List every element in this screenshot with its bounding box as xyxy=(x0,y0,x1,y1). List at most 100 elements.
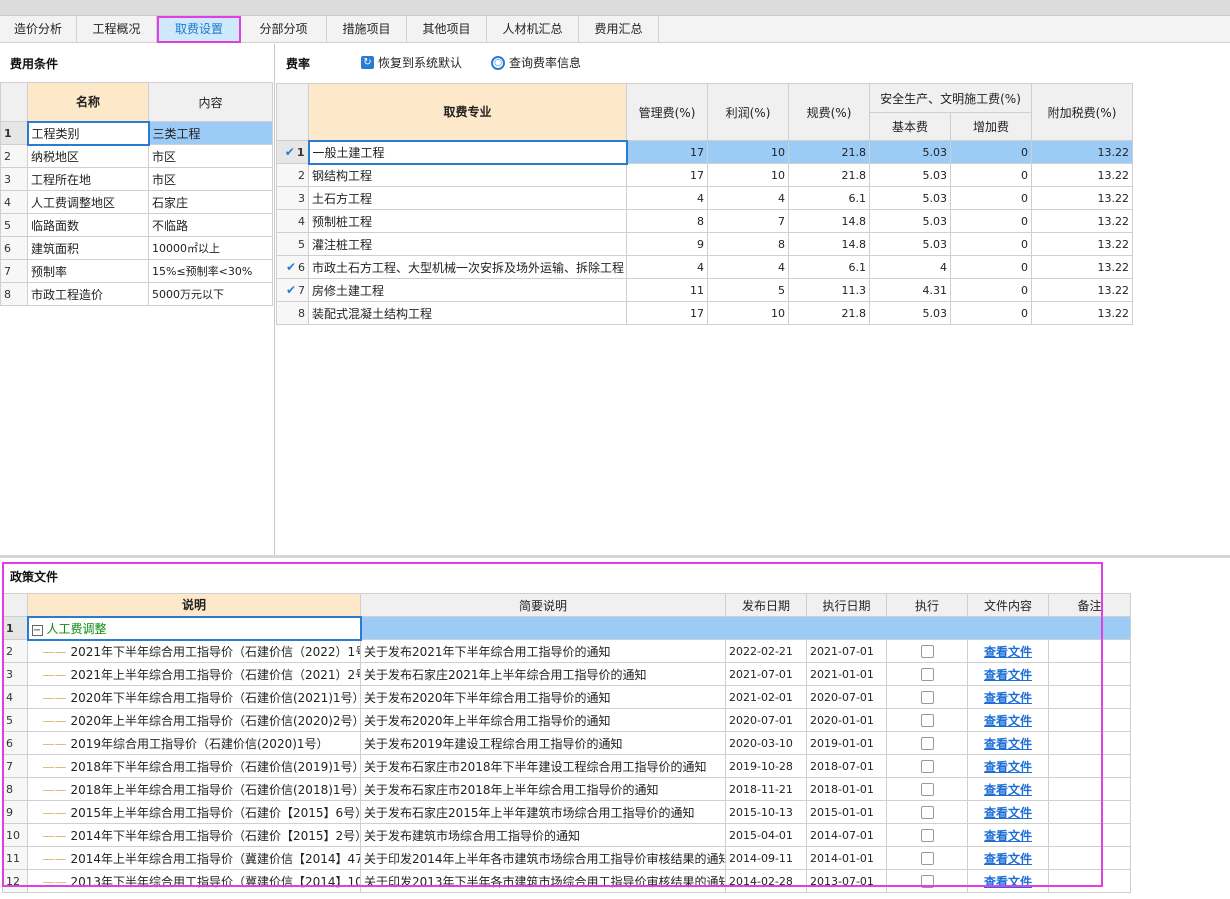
execute-checkbox[interactable] xyxy=(920,714,934,727)
tab-2[interactable]: 取费设置 xyxy=(157,16,241,43)
management-fee-cell[interactable]: 17 xyxy=(626,140,708,164)
policy-brief[interactable]: 关于发布2020年上半年综合用工指导价的通知 xyxy=(360,708,726,732)
regulation-fee-cell[interactable]: 21.8 xyxy=(788,140,870,164)
execute-checkbox[interactable] xyxy=(920,783,934,796)
basic-fee-cell[interactable]: 4.31 xyxy=(869,278,951,302)
policy-description[interactable]: —— 2014年上半年综合用工指导价（冀建价信【2014】47号） xyxy=(27,846,361,870)
basic-fee-cell[interactable]: 5.03 xyxy=(869,209,951,233)
condition-value[interactable]: 5000万元以下 xyxy=(148,282,273,306)
condition-row[interactable]: 1 工程类别 三类工程 xyxy=(0,120,273,146)
management-fee-cell[interactable]: 9 xyxy=(626,232,708,256)
restore-default-button[interactable]: ↻ 恢复到系统默认 xyxy=(361,54,462,71)
specialty-column-header[interactable]: 取费专业 xyxy=(308,83,627,141)
management-fee-cell[interactable]: 8 xyxy=(626,209,708,233)
specialty-name[interactable]: 装配式混凝土结构工程 xyxy=(308,301,627,325)
policy-description[interactable]: —— 2020年下半年综合用工指导价（石建价信(2021)1号） xyxy=(27,685,361,709)
condition-name[interactable]: 市政工程造价 xyxy=(27,282,149,306)
basic-fee-cell[interactable]: 4 xyxy=(869,255,951,279)
management-fee-cell[interactable]: 4 xyxy=(626,255,708,279)
rate-row[interactable]: 2 钢结构工程 17 10 21.8 5.03 0 13.22 xyxy=(276,163,1133,187)
policy-row[interactable]: 9 —— 2015年上半年综合用工指导价（石建价【2015】6号） 关于发布石家庄2… xyxy=(2,800,1131,824)
condition-name[interactable]: 人工费调整地区 xyxy=(27,190,149,214)
view-file-link[interactable]: 查看文件 xyxy=(984,645,1032,659)
basic-fee-cell[interactable]: 5.03 xyxy=(869,301,951,325)
tab-4[interactable]: 措施项目 xyxy=(327,16,407,43)
surcharge-tax-header[interactable]: 附加税费(%) xyxy=(1031,83,1133,141)
regulation-fee-cell[interactable]: 11.3 xyxy=(788,278,870,302)
policy-description[interactable]: —— 2018年上半年综合用工指导价（石建价信(2018)1号） xyxy=(27,777,361,801)
extra-fee-header[interactable]: 增加费 xyxy=(950,112,1032,141)
specialty-name[interactable]: 市政土石方工程、大型机械一次安拆及场外运输、拆除工程 xyxy=(308,255,627,279)
condition-row[interactable]: 2 纳税地区 市区 xyxy=(0,144,273,168)
rate-row[interactable]: ✔ 6 市政土石方工程、大型机械一次安拆及场外运输、拆除工程 4 4 6.1 4 0 13.22 xyxy=(276,255,1133,279)
policy-brief[interactable]: 关于印发2013年下半年各市建筑市场综合用工指导价审核结果的通知 xyxy=(360,869,726,893)
condition-value[interactable]: 石家庄 xyxy=(148,190,273,214)
specialty-name[interactable]: 房修土建工程 xyxy=(308,278,627,302)
view-file-link[interactable]: 查看文件 xyxy=(984,714,1032,728)
basic-fee-header[interactable]: 基本费 xyxy=(869,112,951,141)
content-column-header[interactable]: 内容 xyxy=(148,82,273,122)
remark-cell[interactable] xyxy=(1048,800,1131,824)
tab-3[interactable]: 分部分项 xyxy=(241,16,327,43)
policy-description[interactable]: —— 2021年上半年综合用工指导价（石建价信（2021）2号） xyxy=(27,662,361,686)
view-file-link[interactable]: 查看文件 xyxy=(984,668,1032,682)
policy-row[interactable]: 5 —— 2020年上半年综合用工指导价（石建价信(2020)2号） 关于发布202… xyxy=(2,708,1131,732)
extra-fee-cell[interactable]: 0 xyxy=(950,278,1032,302)
extra-fee-cell[interactable]: 0 xyxy=(950,301,1032,325)
extra-fee-cell[interactable]: 0 xyxy=(950,232,1032,256)
condition-name[interactable]: 工程类别 xyxy=(26,120,150,146)
extra-fee-cell[interactable]: 0 xyxy=(950,255,1032,279)
policy-brief[interactable]: 关于发布建筑市场综合用工指导价的通知 xyxy=(360,823,726,847)
policy-description[interactable]: —— 2015年上半年综合用工指导价（石建价【2015】6号） xyxy=(27,800,361,824)
policy-row[interactable]: 12 —— 2013年下半年综合用工指导价（冀建价信【2014】10号） 关于印发2… xyxy=(2,869,1131,893)
profit-cell[interactable]: 10 xyxy=(707,163,789,187)
policy-row[interactable]: 11 —— 2014年上半年综合用工指导价（冀建价信【2014】47号） 关于印发2… xyxy=(2,846,1131,870)
regulation-fee-cell[interactable]: 21.8 xyxy=(788,301,870,325)
view-file-link[interactable]: 查看文件 xyxy=(984,875,1032,889)
remark-cell[interactable] xyxy=(1048,662,1131,686)
condition-name[interactable]: 纳税地区 xyxy=(27,144,149,168)
policy-description[interactable]: —— 2014年下半年综合用工指导价（石建价【2015】2号） xyxy=(27,823,361,847)
specialty-name[interactable]: 土石方工程 xyxy=(308,186,627,210)
execute-checkbox[interactable] xyxy=(920,691,934,704)
policy-brief[interactable]: 关于发布2021年下半年综合用工指导价的通知 xyxy=(360,639,726,663)
execute-header[interactable]: 执行 xyxy=(886,593,968,617)
execute-checkbox[interactable] xyxy=(920,829,934,842)
regulation-fee-cell[interactable]: 14.8 xyxy=(788,232,870,256)
profit-cell[interactable]: 4 xyxy=(707,186,789,210)
basic-fee-cell[interactable]: 5.03 xyxy=(869,186,951,210)
surcharge-tax-cell[interactable]: 13.22 xyxy=(1031,209,1133,233)
extra-fee-cell[interactable]: 0 xyxy=(950,186,1032,210)
policy-brief[interactable]: 关于发布石家庄市2018年上半年综合用工指导价的通知 xyxy=(360,777,726,801)
condition-name[interactable]: 预制率 xyxy=(27,259,149,283)
execute-checkbox[interactable] xyxy=(920,737,934,750)
policy-description[interactable]: —— 2019年综合用工指导价（石建价信(2020)1号） xyxy=(27,731,361,755)
remark-cell[interactable] xyxy=(1048,777,1131,801)
management-fee-cell[interactable]: 17 xyxy=(626,163,708,187)
condition-name[interactable]: 建筑面积 xyxy=(27,236,149,260)
policy-row[interactable]: 10 —— 2014年下半年综合用工指导价（石建价【2015】2号） 关于发布建筑市… xyxy=(2,823,1131,847)
policy-row[interactable]: 8 —— 2018年上半年综合用工指导价（石建价信(2018)1号） 关于发布石家庄… xyxy=(2,777,1131,801)
profit-cell[interactable]: 4 xyxy=(707,255,789,279)
view-file-link[interactable]: 查看文件 xyxy=(984,691,1032,705)
execute-checkbox[interactable] xyxy=(920,875,934,888)
basic-fee-cell[interactable]: 5.03 xyxy=(869,232,951,256)
view-file-link[interactable]: 查看文件 xyxy=(984,829,1032,843)
rate-row[interactable]: 8 装配式混凝土结构工程 17 10 21.8 5.03 0 13.22 xyxy=(276,301,1133,325)
group-label-cell[interactable]: − 人工费调整 xyxy=(26,615,362,641)
tab-5[interactable]: 其他项目 xyxy=(407,16,487,43)
tab-0[interactable]: 造价分析 xyxy=(0,16,77,43)
specialty-name[interactable]: 灌注桩工程 xyxy=(308,232,627,256)
view-file-link[interactable]: 查看文件 xyxy=(984,737,1032,751)
specialty-name[interactable]: 预制桩工程 xyxy=(308,209,627,233)
surcharge-tax-cell[interactable]: 13.22 xyxy=(1031,140,1133,164)
surcharge-tax-cell[interactable]: 13.22 xyxy=(1031,186,1133,210)
condition-row[interactable]: 8 市政工程造价 5000万元以下 xyxy=(0,282,273,306)
regulation-fee-cell[interactable]: 21.8 xyxy=(788,163,870,187)
remark-cell[interactable] xyxy=(1048,685,1131,709)
profit-cell[interactable]: 10 xyxy=(707,140,789,164)
management-fee-cell[interactable]: 11 xyxy=(626,278,708,302)
condition-value[interactable]: 10000㎡以上 xyxy=(148,236,273,260)
execute-checkbox[interactable] xyxy=(920,668,934,681)
rate-row[interactable]: 3 土石方工程 4 4 6.1 5.03 0 13.22 xyxy=(276,186,1133,210)
